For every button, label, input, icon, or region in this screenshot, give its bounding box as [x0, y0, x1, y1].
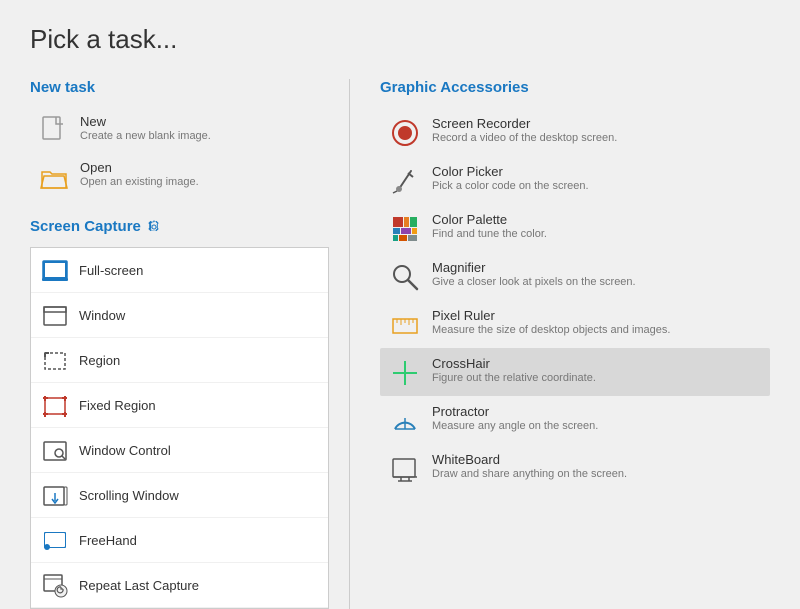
- magnifier-text: Magnifier Give a closer look at pixels o…: [432, 260, 636, 288]
- capture-window-control[interactable]: Window Control: [31, 428, 328, 473]
- window-control-icon: [41, 437, 69, 465]
- crosshair-icon: [390, 358, 420, 388]
- open-file-icon: [38, 162, 70, 194]
- main-container: Pick a task... New task: [0, 0, 800, 566]
- left-column: New task New Create a new blank image.: [30, 79, 350, 609]
- scrolling-window-icon: [41, 482, 69, 510]
- graphic-accessories-title: Graphic Accessories: [380, 79, 770, 96]
- right-column: Graphic Accessories Screen Recorder Reco…: [350, 79, 770, 609]
- fixed-region-icon: [41, 392, 69, 420]
- color-palette-icon: [390, 214, 420, 244]
- tool-pixel-ruler[interactable]: Pixel Ruler Measure the size of desktop …: [380, 300, 770, 348]
- new-task-section: New task New Create a new blank image.: [30, 79, 329, 200]
- protractor-text: Protractor Measure any angle on the scre…: [432, 404, 598, 432]
- crosshair-text: CrossHair Figure out the relative coordi…: [432, 356, 596, 384]
- tool-color-picker[interactable]: Color Picker Pick a color code on the sc…: [380, 156, 770, 204]
- capture-full-screen[interactable]: Full-screen: [31, 248, 328, 293]
- pixel-ruler-icon: [390, 310, 420, 340]
- freehand-icon: [41, 527, 69, 555]
- color-picker-icon: [390, 166, 420, 196]
- capture-freehand[interactable]: FreeHand: [31, 518, 328, 563]
- color-picker-text: Color Picker Pick a color code on the sc…: [432, 164, 589, 192]
- whiteboard-text: WhiteBoard Draw and share anything on th…: [432, 452, 627, 480]
- page-title: Pick a task...: [30, 24, 770, 55]
- screen-capture-list[interactable]: Full-screen Window: [30, 247, 329, 609]
- columns: New task New Create a new blank image.: [30, 79, 770, 609]
- screen-capture-title: Screen Capture: [30, 218, 329, 235]
- new-file-icon: [38, 116, 70, 148]
- screen-capture-section: Screen Capture: [30, 218, 329, 609]
- magnifier-icon: [390, 262, 420, 292]
- tool-whiteboard[interactable]: WhiteBoard Draw and share anything on th…: [380, 444, 770, 492]
- gear-icon[interactable]: [147, 220, 161, 234]
- tool-color-palette[interactable]: Color Palette Find and tune the color.: [380, 204, 770, 252]
- task-open-text: Open Open an existing image.: [80, 160, 199, 188]
- tool-protractor[interactable]: Protractor Measure any angle on the scre…: [380, 396, 770, 444]
- screen-recorder-icon: [390, 118, 420, 148]
- full-screen-icon: [41, 257, 69, 285]
- color-palette-text: Color Palette Find and tune the color.: [432, 212, 547, 240]
- tool-magnifier[interactable]: Magnifier Give a closer look at pixels o…: [380, 252, 770, 300]
- new-task-title: New task: [30, 79, 329, 96]
- capture-region[interactable]: Region: [31, 338, 328, 383]
- task-new[interactable]: New Create a new blank image.: [30, 108, 329, 154]
- tool-crosshair[interactable]: CrossHair Figure out the relative coordi…: [380, 348, 770, 396]
- window-icon: [41, 302, 69, 330]
- region-icon: [41, 347, 69, 375]
- task-open[interactable]: Open Open an existing image.: [30, 154, 329, 200]
- capture-fixed-region[interactable]: Fixed Region: [31, 383, 328, 428]
- pixel-ruler-text: Pixel Ruler Measure the size of desktop …: [432, 308, 670, 336]
- whiteboard-icon: [390, 454, 420, 484]
- repeat-capture-icon: [41, 572, 69, 600]
- capture-window[interactable]: Window: [31, 293, 328, 338]
- capture-scrolling-window[interactable]: Scrolling Window: [31, 473, 328, 518]
- capture-repeat[interactable]: Repeat Last Capture: [31, 563, 328, 608]
- screen-recorder-text: Screen Recorder Record a video of the de…: [432, 116, 617, 144]
- task-new-text: New Create a new blank image.: [80, 114, 211, 142]
- tool-screen-recorder[interactable]: Screen Recorder Record a video of the de…: [380, 108, 770, 156]
- protractor-icon: [390, 406, 420, 436]
